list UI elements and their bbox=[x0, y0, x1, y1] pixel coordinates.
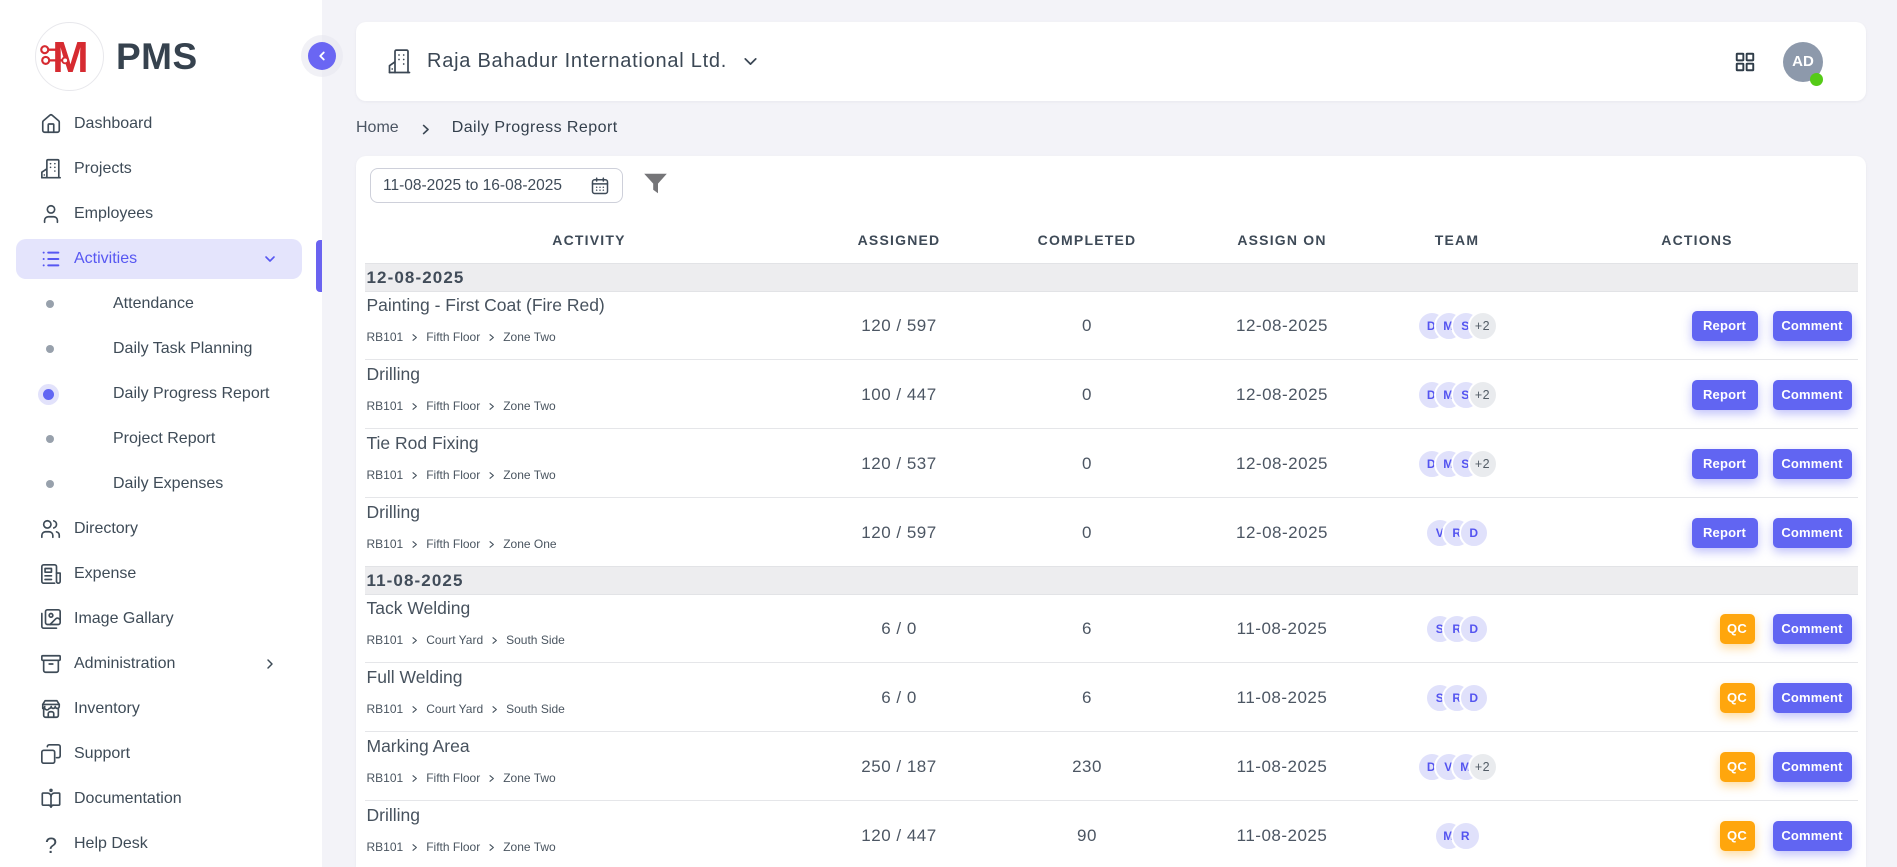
svg-text:M: M bbox=[52, 33, 88, 82]
